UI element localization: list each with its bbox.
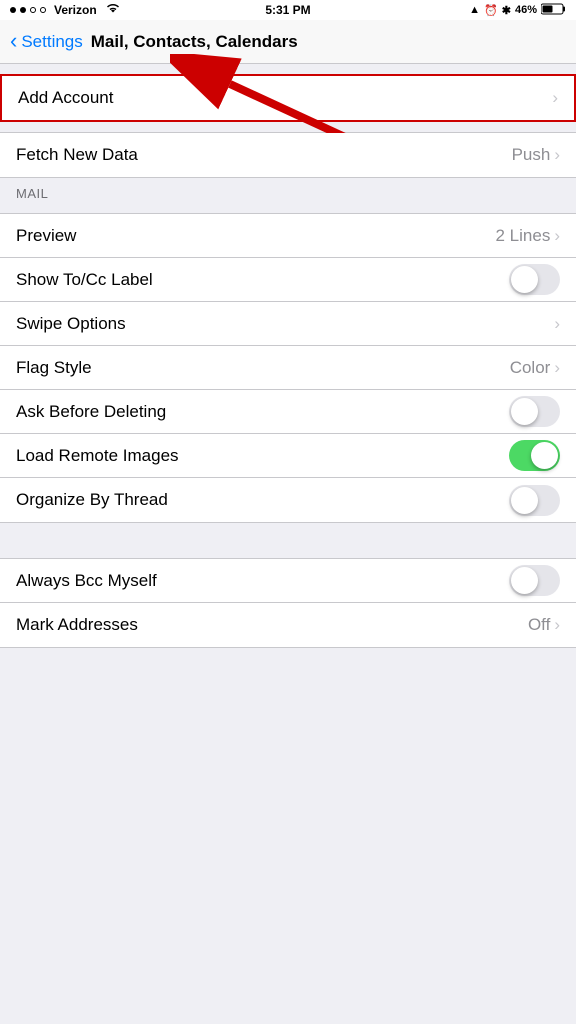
nav-bar: ‹ Settings Mail, Contacts, Calendars [0, 20, 576, 64]
show-tocc-row[interactable]: Show To/Cc Label [0, 258, 576, 302]
back-label: Settings [21, 32, 82, 52]
add-account-group: Add Account › [0, 74, 576, 122]
flag-style-label: Flag Style [16, 358, 92, 378]
preview-right: 2 Lines › [496, 226, 561, 246]
preview-value: 2 Lines [496, 226, 551, 246]
status-bar: Verizon 5:31 PM ▲ ⏰ ✱ 46% [0, 0, 576, 20]
fetch-new-data-label: Fetch New Data [16, 145, 138, 165]
fetch-new-data-value: Push [512, 145, 551, 165]
location-icon: ▲ [469, 4, 480, 16]
add-account-row[interactable]: Add Account › [2, 76, 574, 120]
swipe-options-row[interactable]: Swipe Options › [0, 302, 576, 346]
toggle-knob-3 [531, 442, 558, 469]
signal-dot-2 [20, 7, 26, 13]
fetch-new-data-group: Fetch New Data Push › [0, 132, 576, 178]
ask-before-deleting-row[interactable]: Ask Before Deleting [0, 390, 576, 434]
status-right: ▲ ⏰ ✱ 46% [469, 3, 566, 18]
toggle-knob [511, 266, 538, 293]
always-bcc-label: Always Bcc Myself [16, 571, 157, 591]
battery-icon [541, 3, 566, 18]
swipe-options-right: › [554, 314, 560, 334]
battery-label: 46% [515, 4, 537, 16]
flag-style-chevron-icon: › [554, 358, 560, 378]
show-tocc-label: Show To/Cc Label [16, 270, 153, 290]
mail-settings-group: Preview 2 Lines › Show To/Cc Label Swipe… [0, 213, 576, 523]
page-title: Mail, Contacts, Calendars [91, 32, 298, 52]
mark-addresses-chevron-icon: › [554, 615, 560, 635]
mail-section-header: MAIL [0, 178, 576, 207]
fetch-new-data-right: Push › [512, 145, 560, 165]
carrier-label: Verizon [54, 3, 97, 17]
back-button[interactable]: ‹ Settings [10, 32, 83, 52]
spacer-3 [0, 523, 576, 558]
organize-by-thread-toggle[interactable] [509, 485, 560, 516]
mark-addresses-value: Off [528, 615, 550, 635]
ask-before-deleting-label: Ask Before Deleting [16, 402, 166, 422]
wifi-icon [105, 3, 121, 18]
toggle-knob-5 [511, 567, 538, 594]
flag-style-right: Color › [510, 358, 560, 378]
back-chevron-icon: ‹ [10, 30, 17, 52]
flag-style-row[interactable]: Flag Style Color › [0, 346, 576, 390]
signal-dot-1 [10, 7, 16, 13]
always-bcc-row[interactable]: Always Bcc Myself [0, 559, 576, 603]
organize-by-thread-row[interactable]: Organize By Thread [0, 478, 576, 522]
show-tocc-toggle[interactable] [509, 264, 560, 295]
status-time: 5:31 PM [265, 3, 310, 17]
preview-label: Preview [16, 226, 76, 246]
fetch-new-data-row[interactable]: Fetch New Data Push › [0, 133, 576, 177]
toggle-knob-4 [511, 487, 538, 514]
add-account-chevron-icon: › [552, 88, 558, 108]
signal-dot-4 [40, 7, 46, 13]
organize-by-thread-label: Organize By Thread [16, 490, 168, 510]
spacer-1 [0, 122, 576, 132]
add-account-label: Add Account [18, 88, 113, 108]
swipe-options-chevron-icon: › [554, 314, 560, 334]
load-remote-images-toggle[interactable] [509, 440, 560, 471]
mark-addresses-right: Off › [528, 615, 560, 635]
preview-chevron-icon: › [554, 226, 560, 246]
swipe-options-label: Swipe Options [16, 314, 126, 334]
load-remote-images-label: Load Remote Images [16, 446, 179, 466]
alarm-icon: ⏰ [484, 4, 498, 17]
ask-before-deleting-toggle[interactable] [509, 396, 560, 427]
preview-row[interactable]: Preview 2 Lines › [0, 214, 576, 258]
fetch-new-data-chevron-icon: › [554, 145, 560, 165]
spacer-2: MAIL [0, 178, 576, 213]
flag-style-value: Color [510, 358, 551, 378]
mark-addresses-label: Mark Addresses [16, 615, 138, 635]
bluetooth-icon: ✱ [502, 4, 511, 17]
mark-addresses-row[interactable]: Mark Addresses Off › [0, 603, 576, 647]
status-left: Verizon [10, 3, 121, 18]
always-bcc-toggle[interactable] [509, 565, 560, 596]
load-remote-images-row[interactable]: Load Remote Images [0, 434, 576, 478]
toggle-knob-2 [511, 398, 538, 425]
bottom-settings-group: Always Bcc Myself Mark Addresses Off › [0, 558, 576, 648]
signal-dot-3 [30, 7, 36, 13]
